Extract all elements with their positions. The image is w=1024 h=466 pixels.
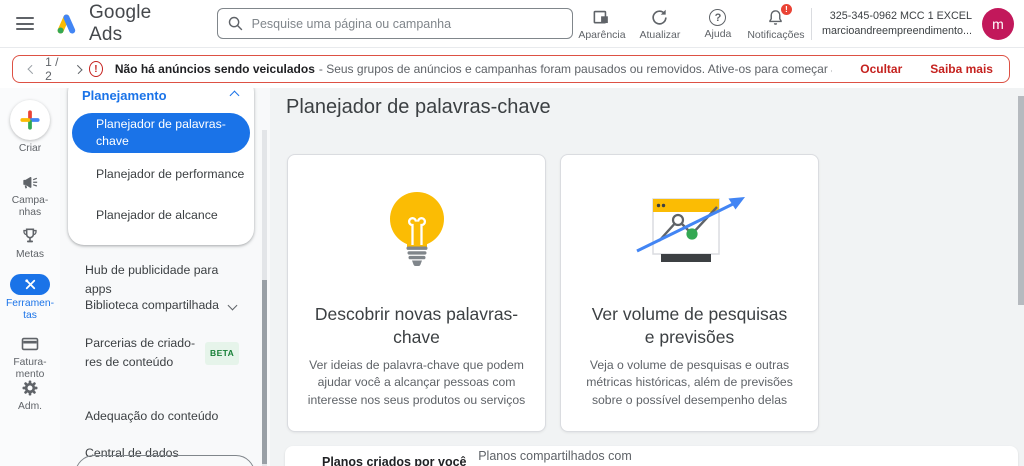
planning-section-title: Planejamento <box>82 88 167 103</box>
menu-icon[interactable] <box>4 0 46 48</box>
app-hub-label: Hub de publicidade para apps <box>85 263 219 296</box>
plus-icon <box>20 110 40 130</box>
google-ads-logo-icon <box>57 14 76 33</box>
sidebar-item-content-suitability[interactable]: Adequação do conteúdo <box>85 388 245 426</box>
alert-banner: 1 / 2 ! Não há anúncios sendo veiculados… <box>12 55 1010 83</box>
rail-item-tools[interactable]: Ferramen- tas <box>0 274 60 321</box>
search-icon <box>228 16 243 31</box>
rail-item-admin[interactable]: Adm. <box>0 378 60 413</box>
rail-item-create[interactable]: Criar <box>0 100 60 155</box>
expand-icon <box>227 300 238 311</box>
appearance-icon <box>594 10 609 24</box>
performance-planner-label: Planejador de performance <box>96 166 245 181</box>
search-box <box>216 8 573 39</box>
sidebar-item-app-hub[interactable]: Hub de publicidade para apps <box>85 242 233 299</box>
planning-menu-card: Planejamento Planejador de palavras-chav… <box>68 76 254 245</box>
creator-partnerships-label: Parcerias de criado- res de conteúdo <box>85 336 196 369</box>
search-volume-description: Veja o volume de pesquisas e outras métr… <box>586 357 793 407</box>
appearance-button[interactable]: Aparência <box>573 6 631 41</box>
alert-pagination: 1 / 2 <box>45 55 59 83</box>
alert-title: Não há anúncios sendo veiculados <box>114 62 315 76</box>
help-icon: ? <box>709 9 727 26</box>
account-id: 325-345-0962 MCC 1 EXCEL <box>829 9 972 22</box>
sidebar-item-creator-partnerships[interactable]: Parcerias de criado- res de conteúdo BET… <box>85 334 270 372</box>
help-label: Ajuda <box>704 28 732 40</box>
reach-planner-label: Planejador de alcance <box>96 207 218 222</box>
trophy-icon <box>23 228 37 243</box>
rail-label-campaigns: Campa- nhas <box>11 195 49 218</box>
learn-more-link[interactable]: Saiba mais <box>930 62 993 76</box>
alert-message: - Seus grupos de anúncios e campanhas fo… <box>318 62 832 76</box>
main-content: Planejador de palavras-chave Descobrir n… <box>270 88 1024 466</box>
top-bar-actions: Aparência Atualizar ? Ajuda ! Notificaçõ… <box>573 3 1014 41</box>
plans-panel: Planos criados por você Planos compartil… <box>285 446 1018 466</box>
google-ads-app: Google Ads Aparência A <box>0 0 1024 466</box>
create-circle <box>10 100 50 140</box>
shared-library-label: Biblioteca compartilhada <box>85 298 219 312</box>
tools-icon <box>24 279 35 290</box>
hide-link[interactable]: Ocultar <box>860 62 902 76</box>
sidebar-item-reach-planner[interactable]: Planejador de alcance <box>68 194 254 235</box>
search-volume-title: Ver volume de pesquisas e previsões <box>591 304 788 347</box>
page-title: Planejador de palavras-chave <box>286 96 551 118</box>
credit-card-icon <box>21 337 39 351</box>
rail-item-billing[interactable]: Fatura- mento <box>0 334 60 380</box>
rail-label-billing: Fatura- mento <box>13 357 47 380</box>
top-bar: Google Ads Aparência A <box>0 0 1024 48</box>
top-bar-divider <box>810 7 812 40</box>
search-input[interactable] <box>216 8 573 39</box>
sidebar-item-keyword-planner[interactable]: Planejador de palavras-chave <box>72 113 250 153</box>
content-suitability-label: Adequação do conteúdo <box>85 409 219 423</box>
megaphone-icon <box>23 176 38 189</box>
chart-window-icon <box>635 197 745 262</box>
keyword-planner-label: Planejador de palavras-chave <box>96 117 226 148</box>
refresh-icon <box>652 9 668 25</box>
rail-label-tools: Ferramen- tas <box>5 298 55 321</box>
refresh-button[interactable]: Atualizar <box>631 6 689 41</box>
gear-icon <box>22 380 38 396</box>
rail-item-campaigns[interactable]: Campa- nhas <box>0 172 60 218</box>
help-button[interactable]: ? Ajuda <box>689 7 747 40</box>
notification-badge: ! <box>779 3 793 16</box>
sidebar-scrollbar-thumb[interactable] <box>262 280 267 464</box>
avatar[interactable]: m <box>982 7 1014 40</box>
sidebar-item-shared-library[interactable]: Biblioteca compartilhada <box>85 296 270 315</box>
sidebar-item-performance-planner[interactable]: Planejador de performance <box>68 153 254 194</box>
collapse-icon <box>229 90 240 101</box>
rail-label-goals: Metas <box>15 249 45 260</box>
tab-plans-created[interactable]: Planos criados por você <box>322 455 467 466</box>
notifications-label: Notificações <box>747 29 805 41</box>
account-info[interactable]: 325-345-0962 MCC 1 EXCEL marcioandreempr… <box>822 9 972 38</box>
discover-keywords-card[interactable]: Descobrir novas palavras-chave Ver ideia… <box>287 154 546 432</box>
error-icon: ! <box>88 61 103 77</box>
google-ads-logo[interactable]: Google Ads <box>54 2 185 46</box>
brand-text: Google Ads <box>88 1 152 45</box>
rail-label-admin: Adm. <box>17 401 43 412</box>
rail-label-create: Criar <box>18 143 42 154</box>
tools-pill <box>10 274 50 295</box>
alert-next-icon[interactable] <box>73 64 83 74</box>
discover-keywords-description: Ver ideias de palavra-chave que podem aj… <box>307 357 526 407</box>
discover-keywords-title: Descobrir novas palavras-chave <box>314 304 519 347</box>
account-name: marcioandreempreendimento... <box>821 24 972 37</box>
appearance-label: Aparência <box>578 29 626 41</box>
search-volume-card[interactable]: Ver volume de pesquisas e previsões Veja… <box>560 154 819 432</box>
alert-prev-icon[interactable] <box>27 64 37 74</box>
planning-sidebar: Planejamento Planejador de palavras-chav… <box>60 48 270 466</box>
lightbulb-icon <box>389 192 444 267</box>
page-scrollbar-thumb[interactable] <box>1018 96 1024 305</box>
rail-item-goals[interactable]: Metas <box>0 226 60 261</box>
beta-badge: BETA <box>205 341 240 365</box>
refresh-label: Atualizar <box>639 29 681 41</box>
notifications-button[interactable]: ! Notificações <box>747 3 805 41</box>
sidebar-bottom-button[interactable] <box>75 455 255 466</box>
tab-plans-shared[interactable]: Planos compartilhados com <box>475 449 635 463</box>
alert-row: 1 / 2 ! Não há anúncios sendo veiculados… <box>0 48 1024 88</box>
nav-rail: Criar Campa- nhas Metas Ferramen- tas Fa… <box>0 88 60 466</box>
